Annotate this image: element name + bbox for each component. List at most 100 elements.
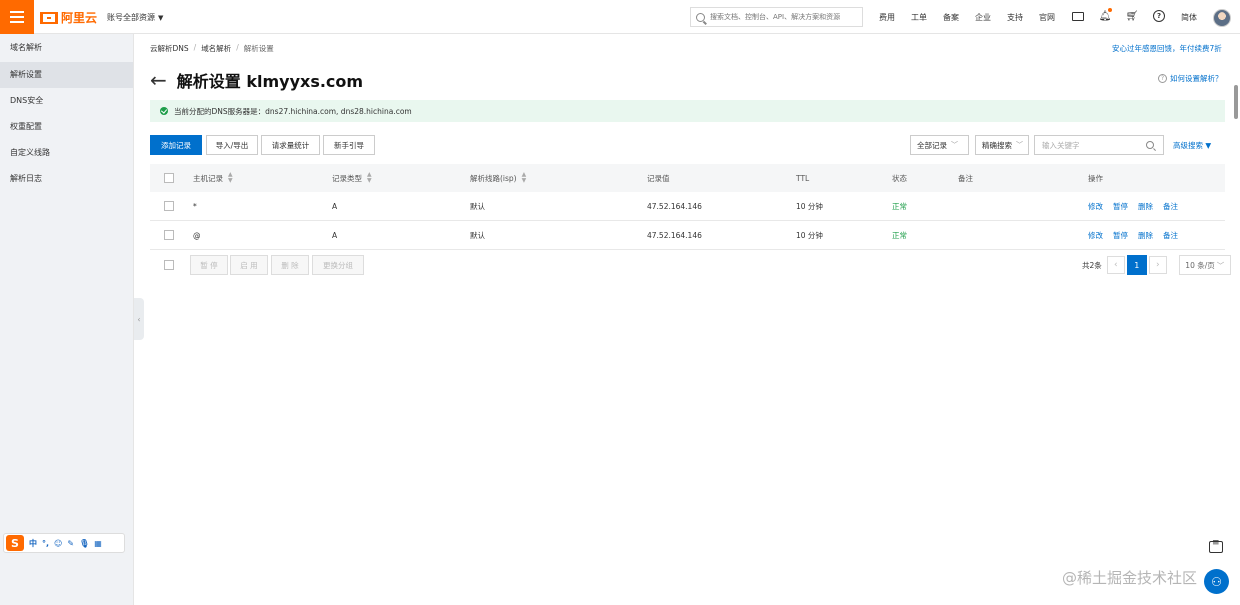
bulk-change-group-button[interactable]: 更换分组 [312,255,364,275]
bell-icon[interactable]: 🔔︎ [1099,8,1112,22]
watermark: @稀土掘金技术社区 [1062,569,1198,587]
pause-link[interactable]: 暂停 [1113,230,1128,241]
breadcrumb-dns[interactable]: 云解析DNS [150,43,189,54]
search-mode-select[interactable]: 精确搜索 ﹀ [975,135,1029,155]
assistant-fab-icon[interactable]: ⚇ [1204,569,1229,594]
help-link[interactable]: ? 如何设置解析？ [1158,73,1223,84]
nav-support[interactable]: 支持 [1007,12,1023,23]
col-line[interactable]: 解析线路(isp) ▲ ▼ [470,164,526,192]
keyword-search-input[interactable]: 输入关键字 [1034,135,1164,155]
help-link-text: 如何设置解析？ [1170,74,1223,83]
page-button-current[interactable]: 1 [1126,255,1147,275]
col-host-label: 主机记录 [193,173,223,183]
bulk-pause-button[interactable]: 暂 停 [190,255,228,275]
page-title: 解析设置 klmyyxs.com [176,72,364,91]
avatar[interactable] [1213,9,1231,27]
sidebar: 域名解析 解析设置 DNS安全 权重配置 自定义线路 解析日志 [0,34,134,605]
breadcrumb-domain-resolution[interactable]: 域名解析 [201,43,231,54]
question-icon: ? [1158,74,1167,83]
notice-text: 当前分配的DNS服务器是：dns27.hichina.com, dns28.hi… [174,106,412,116]
cart-icon[interactable]: 🛒︎ [1126,10,1139,22]
language-switch[interactable]: 简体 [1181,12,1197,23]
scrollbar-thumb[interactable] [1234,85,1238,119]
bulk-enable-button[interactable]: 启 用 [230,255,268,275]
sort-icon[interactable]: ▲ ▼ [522,172,527,184]
ime-punctuation-icon[interactable]: °, [42,539,49,548]
delete-link[interactable]: 删除 [1138,230,1153,241]
nav-fees[interactable]: 费用 [879,12,895,23]
account-label: 账号全部资源 [107,13,155,22]
chevron-down-icon: ﹀ [951,141,958,149]
cell-type: A [332,230,338,240]
feedback-icon[interactable] [1209,538,1223,553]
row-checkbox[interactable] [164,230,174,240]
sogou-ime-icon[interactable]: S [6,535,24,551]
row-checkbox-cell [164,192,174,220]
import-export-button[interactable]: 导入/导出 [206,135,258,155]
next-page-button[interactable]: › [1148,256,1167,274]
sidebar-item-dns-settings[interactable]: 解析设置 [0,62,133,88]
search-icon[interactable] [1146,141,1154,149]
nav-enterprise[interactable]: 企业 [975,12,991,23]
caret-down-icon: ▼ [1205,141,1212,150]
col-ttl: TTL [796,173,810,183]
sidebar-item-weight[interactable]: 权重配置 [0,114,133,140]
search-mode-value: 精确搜索 [982,140,1012,150]
success-check-icon [160,107,168,115]
delete-link[interactable]: 删除 [1138,201,1153,212]
nav-official-site[interactable]: 官网 [1039,12,1055,23]
nav-tickets[interactable]: 工单 [911,12,927,23]
ime-emoji-icon[interactable]: ☺ [54,539,62,548]
sidebar-item-dns-security[interactable]: DNS安全 [0,88,133,114]
query-stats-button[interactable]: 请求量统计 [261,135,320,155]
top-icons: 🔔︎ 🛒︎ ? [1072,8,1180,22]
global-search[interactable] [690,7,863,27]
prev-page-button[interactable]: ‹ [1106,256,1125,274]
pagination: 共2条 ‹ 1 › 10 条/页 ﹀ [1082,255,1231,275]
bulk-select-checkbox[interactable] [164,260,174,270]
global-search-input[interactable] [710,13,860,21]
ime-mic-icon[interactable]: 🎙︎ [79,539,89,548]
record-filter-select[interactable]: 全部记录 ﹀ [910,135,969,155]
ime-pen-icon[interactable]: ✎ [67,539,74,548]
row-checkbox[interactable] [164,201,174,211]
edit-link[interactable]: 修改 [1088,201,1103,212]
cell-line: 默认 [470,230,485,240]
sort-icon[interactable]: ▲ ▼ [228,172,233,184]
hamburger-menu-icon[interactable] [0,0,34,34]
nav-icp[interactable]: 备案 [943,12,959,23]
edit-link[interactable]: 修改 [1088,230,1103,241]
table-row: @ A 默认 47.52.164.146 10 分钟 正常 修改 暂停 删除 备… [150,221,1225,250]
console-icon[interactable] [1072,11,1084,21]
pause-link[interactable]: 暂停 [1113,201,1128,212]
ime-mode[interactable]: 中 [29,538,37,549]
row-checkbox-cell [164,221,174,249]
cell-host: * [193,201,197,211]
bulk-delete-button[interactable]: 删 除 [271,255,309,275]
cell-actions: 修改 暂停 删除 备注 [1088,192,1188,220]
sidebar-title[interactable]: 域名解析 [0,34,133,62]
col-host[interactable]: 主机记录 ▲ ▼ [193,164,233,192]
aliyun-logo[interactable]: 阿里云 [40,9,97,26]
col-type[interactable]: 记录类型 ▲ ▼ [332,164,372,192]
records-table: 主机记录 ▲ ▼ 记录类型 ▲ ▼ 解析线路(isp) ▲ ▼ 记录值 TTL 状态 备注 … [150,164,1225,250]
add-record-button[interactable]: 添加记录 [150,135,202,155]
ime-grid-icon[interactable]: ▦ [94,539,102,548]
guide-button[interactable]: 新手引导 [323,135,375,155]
help-icon[interactable]: ? [1153,10,1165,22]
cell-actions: 修改 暂停 删除 备注 [1088,221,1188,249]
promo-link[interactable]: 安心过年感恩回馈，年付续费7折 [1112,43,1222,54]
remark-link[interactable]: 备注 [1163,201,1178,212]
sidebar-item-logs[interactable]: 解析日志 [0,166,133,192]
sort-icon[interactable]: ▲ ▼ [367,172,372,184]
page-size-select[interactable]: 10 条/页 ﹀ [1178,255,1231,275]
caret-down-icon: ▼ [158,14,164,22]
cell-ttl: 10 分钟 [796,201,823,211]
select-all-checkbox[interactable] [164,173,174,183]
account-resource-selector[interactable]: 账号全部资源 ▼ [107,12,163,23]
back-arrow-icon[interactable]: ← [150,70,167,90]
remark-link[interactable]: 备注 [1163,230,1178,241]
advanced-search-link[interactable]: 高级搜索 ▼ [1173,140,1211,151]
sidebar-item-custom-line[interactable]: 自定义线路 [0,140,133,166]
sidebar-collapse-handle[interactable]: ‹ [134,298,144,340]
